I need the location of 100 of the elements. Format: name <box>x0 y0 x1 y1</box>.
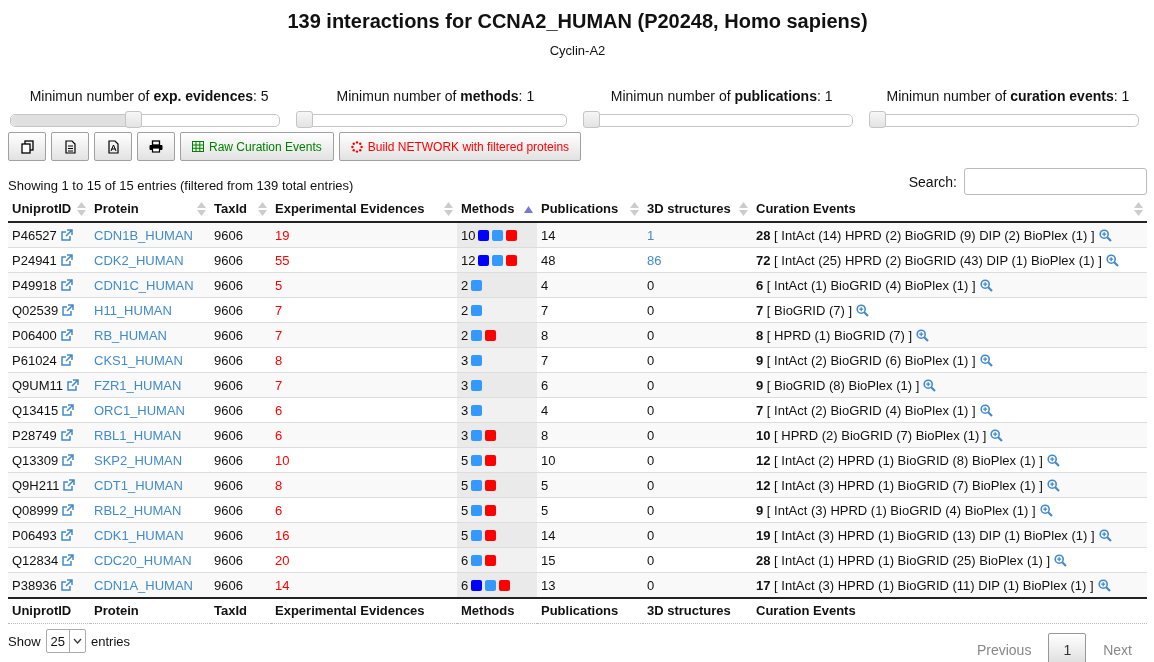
zoom-in-icon[interactable] <box>1097 578 1111 592</box>
build-network-button[interactable]: Build NETWORK with filtered proteins <box>338 132 582 161</box>
structures-count: 0 <box>647 277 655 293</box>
page-length-select[interactable]: 25 <box>45 629 86 653</box>
structures-count: 0 <box>647 477 655 493</box>
external-link-icon[interactable] <box>60 279 73 291</box>
external-link-icon[interactable] <box>60 254 73 266</box>
search-field[interactable] <box>964 168 1147 195</box>
raw-curation-button[interactable]: Raw Curation Events <box>180 132 334 161</box>
column-header[interactable]: Protein <box>94 201 139 217</box>
zoom-in-icon[interactable] <box>1098 228 1112 242</box>
method-count: 2 <box>461 327 469 343</box>
uniprot-id: Q08999 <box>12 502 59 518</box>
zoom-in-icon[interactable] <box>1098 528 1112 542</box>
slider-handle[interactable] <box>296 111 314 128</box>
external-link-icon[interactable] <box>63 479 76 491</box>
zoom-in-icon[interactable] <box>1039 503 1053 517</box>
external-link-icon[interactable] <box>60 354 73 366</box>
protein-link[interactable]: CDC20_HUMAN <box>94 552 192 568</box>
range-slider[interactable] <box>868 114 1139 127</box>
taxid-cell: 9606 <box>214 577 243 593</box>
page-button[interactable]: 1 <box>1048 633 1087 662</box>
method-count: 3 <box>461 377 469 393</box>
curation-events: 7 [ IntAct (2) BioGRID (4) BioPlex (1) ] <box>756 402 976 418</box>
structures-count: 0 <box>647 527 655 543</box>
uniprot-id: P24941 <box>12 252 57 268</box>
column-header[interactable]: 3D structures <box>647 201 731 217</box>
curation-events: 28 [ IntAct (1) HPRD (1) BioGRID (25) BioPlex (1) ] <box>756 552 1051 568</box>
external-link-icon[interactable] <box>60 529 73 541</box>
range-slider[interactable] <box>296 114 567 127</box>
protein-link[interactable]: CKS1_HUMAN <box>94 352 183 368</box>
column-header[interactable]: Experimental Evidences <box>275 201 425 217</box>
external-link-icon[interactable] <box>67 379 80 391</box>
publication-count: 4 <box>541 277 549 293</box>
zoom-in-icon[interactable] <box>1046 453 1060 467</box>
structures-count: 0 <box>647 452 655 468</box>
structures-count: 0 <box>647 377 655 393</box>
zoom-in-icon[interactable] <box>1105 253 1119 267</box>
slider-label: Minimun number of exp. evidences: 5 <box>28 87 270 105</box>
slider-label: Minimun number of publications: 1 <box>609 87 834 105</box>
curation-events: 28 [ IntAct (14) HPRD (2) BioGRID (9) DIP (2) BioPlex (1) ] <box>756 227 1095 243</box>
protein-link[interactable]: H11_HUMAN <box>94 302 172 318</box>
external-link-icon[interactable] <box>62 454 75 466</box>
protein-link[interactable]: ORC1_HUMAN <box>94 402 185 418</box>
column-header[interactable]: Publications <box>541 201 619 217</box>
csv-button[interactable] <box>51 132 89 161</box>
method-count: 5 <box>461 452 469 468</box>
publication-count: 14 <box>541 227 556 243</box>
external-link-icon[interactable] <box>62 304 75 316</box>
zoom-in-icon[interactable] <box>990 428 1004 442</box>
column-footer: UniprotID <box>12 603 72 618</box>
external-link-icon[interactable] <box>60 579 73 591</box>
slider-handle[interactable] <box>125 111 143 128</box>
column-header[interactable]: TaxId <box>214 201 247 217</box>
slider-handle[interactable] <box>868 111 886 128</box>
external-link-icon[interactable] <box>60 429 73 441</box>
publication-count: 14 <box>541 527 556 543</box>
protein-name: Cyclin-A2 <box>548 43 607 59</box>
column-header[interactable]: Curation Events <box>756 201 856 217</box>
evidence-count: 10 <box>275 452 290 468</box>
print-button[interactable] <box>137 132 175 161</box>
publication-count: 8 <box>541 327 549 343</box>
curation-events: 9 [ IntAct (3) HPRD (1) BioGRID (4) BioPlex (1) ] <box>756 502 1036 518</box>
uniprot-id: Q13415 <box>12 402 59 418</box>
protein-link[interactable]: CDK2_HUMAN <box>94 252 184 268</box>
slider-handle[interactable] <box>582 111 600 128</box>
range-slider[interactable] <box>10 114 281 127</box>
method-count: 5 <box>461 502 469 518</box>
column-header[interactable]: UniprotID <box>12 201 72 217</box>
zoom-in-icon[interactable] <box>916 328 930 342</box>
range-slider[interactable] <box>582 114 853 127</box>
external-link-icon[interactable] <box>62 504 75 516</box>
protein-link[interactable]: RBL2_HUMAN <box>94 502 182 518</box>
pdf-button[interactable] <box>94 132 132 161</box>
zoom-in-icon[interactable] <box>1054 553 1068 567</box>
column-footer: Publications <box>541 603 619 618</box>
external-link-icon[interactable] <box>60 329 73 341</box>
curation-events: 9 [ IntAct (2) BioGRID (6) BioPlex (1) ] <box>756 352 976 368</box>
curation-events: 12 [ IntAct (3) HPRD (1) BioGRID (7) BioPlex (1) ] <box>756 477 1043 493</box>
protein-link[interactable]: SKP2_HUMAN <box>94 452 183 468</box>
external-link-icon[interactable] <box>62 554 75 566</box>
zoom-in-icon[interactable] <box>923 378 937 392</box>
zoom-in-icon[interactable] <box>979 403 993 417</box>
zoom-in-icon[interactable] <box>979 278 993 292</box>
column-header[interactable]: Methods <box>461 201 515 217</box>
structures-link[interactable]: 1 <box>647 227 655 243</box>
structures-link[interactable]: 86 <box>647 252 662 268</box>
evidence-count: 8 <box>275 352 283 368</box>
zoom-in-icon[interactable] <box>979 353 993 367</box>
external-link-icon[interactable] <box>60 229 73 241</box>
curation-events: 6 [ IntAct (1) BioGRID (4) BioPlex (1) ] <box>756 277 976 293</box>
uniprot-id: P61024 <box>12 352 57 368</box>
page-title: 139 interactions for CCNA2_HUMAN (P20248, Homo sapiens) <box>286 9 869 33</box>
show-label: Show <box>8 633 41 649</box>
zoom-in-icon[interactable] <box>1046 478 1060 492</box>
zoom-in-icon[interactable] <box>856 303 870 317</box>
uniprot-id: P06493 <box>12 527 57 543</box>
copy-button[interactable] <box>8 132 46 161</box>
external-link-icon[interactable] <box>62 404 75 416</box>
uniprot-id: P06400 <box>12 327 57 343</box>
